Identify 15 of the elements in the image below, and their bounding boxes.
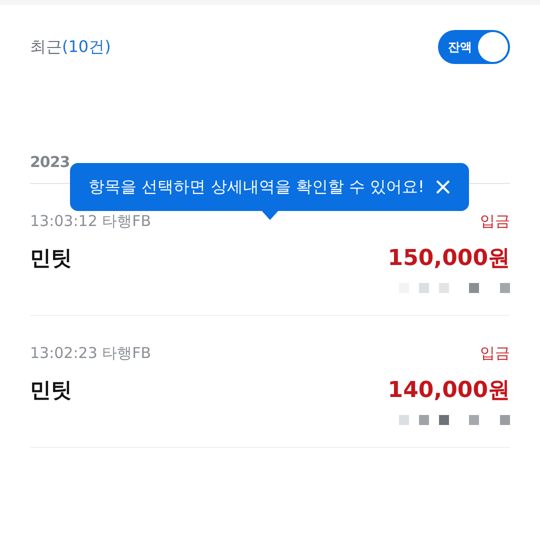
section-label: 최근 xyxy=(30,36,62,56)
transaction-name: 민팃 xyxy=(30,377,72,404)
tooltip-text: 항목을 선택하면 상세내역을 확인할 수 있어요! xyxy=(88,176,424,198)
transaction-type: 입금 xyxy=(480,344,510,363)
close-button[interactable] xyxy=(436,180,450,194)
date-heading: 2023 xyxy=(30,153,71,173)
transaction-type: 입금 xyxy=(480,212,510,231)
transaction-amount: 150,000원 xyxy=(388,245,510,273)
transaction-amount: 140,000원 xyxy=(388,377,510,405)
item-count: (10건) xyxy=(62,36,111,56)
balance-toggle[interactable]: 잔액 xyxy=(438,30,510,64)
transaction-time: 13:03:12 타행FB xyxy=(30,212,152,231)
transaction-name: 민팃 xyxy=(30,245,72,272)
close-icon xyxy=(436,180,450,194)
transaction-time: 13:02:23 타행FB xyxy=(30,344,152,363)
